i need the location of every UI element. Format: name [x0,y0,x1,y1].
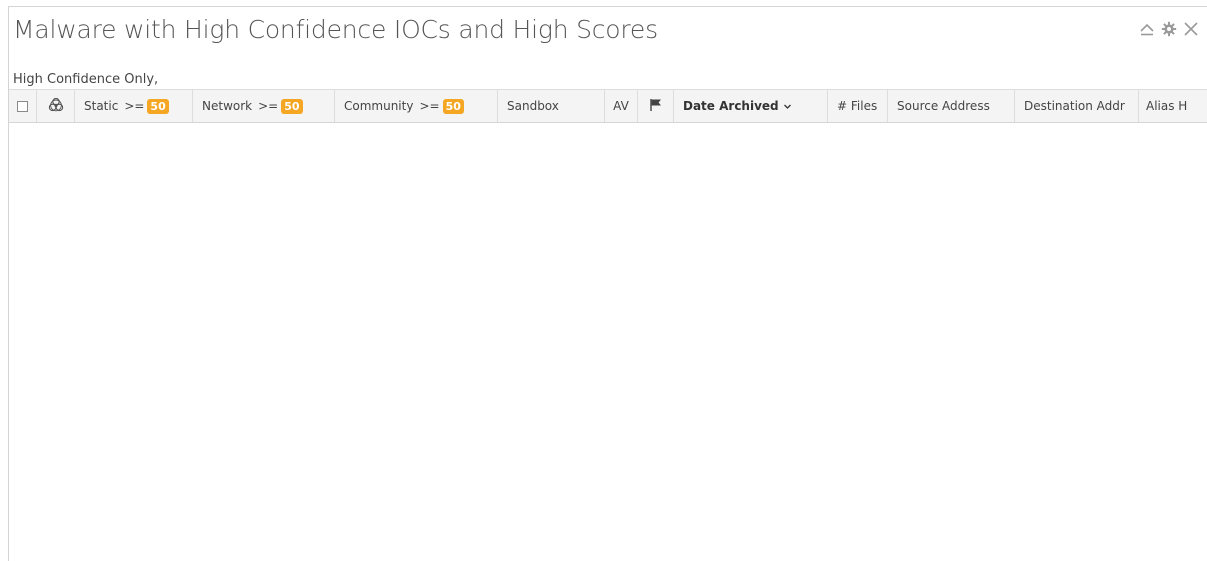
header-community-badge: 50 [442,98,464,114]
header-files[interactable]: # Files [828,90,888,122]
filter-summary: High Confidence Only, [13,72,159,87]
header-sandbox-label: Sandbox [507,99,559,113]
header-community-label: Community [344,99,414,113]
gear-icon[interactable] [1159,19,1179,39]
header-flag[interactable] [638,90,674,122]
header-network[interactable]: Network >= 50 [193,90,335,122]
header-network-operator: >= [258,99,279,113]
collapse-icon[interactable] [1137,19,1157,39]
header-community[interactable]: Community >= 50 [335,90,498,122]
header-av-label: AV [613,99,629,113]
header-static-badge: 50 [147,98,169,114]
header-source-address[interactable]: Source Address [888,90,1015,122]
header-select-all[interactable] [9,90,37,122]
chevron-down-icon [783,102,792,111]
flag-icon [649,98,663,115]
header-source-address-label: Source Address [897,99,990,113]
header-network-badge: 50 [281,98,303,114]
header-sandbox[interactable]: Sandbox [498,90,605,122]
header-alias[interactable]: Alias H [1139,90,1207,122]
header-network-label: Network [202,99,253,113]
header-destination-address-label: Destination Addr [1024,99,1125,113]
malware-widget-panel: Malware with High Confidence IOCs and Hi… [8,6,1207,561]
biohazard-icon [48,97,64,116]
table-body [9,123,1207,561]
close-icon[interactable] [1181,19,1201,39]
header-date-archived-label: Date Archived [683,99,779,113]
header-destination-address[interactable]: Destination Addr [1015,90,1139,122]
header-date-archived[interactable]: Date Archived [674,90,828,122]
widget-controls [1137,19,1201,39]
select-all-checkbox[interactable] [17,100,28,112]
header-files-label: # Files [837,99,878,113]
header-community-operator: >= [419,99,440,113]
header-static-label: Static [84,99,119,113]
header-threat[interactable] [37,90,75,122]
header-static[interactable]: Static >= 50 [75,90,193,122]
header-static-operator: >= [124,99,145,113]
table-header: Static >= 50 Network >= 50 Community >= … [9,89,1207,123]
widget-title: Malware with High Confidence IOCs and Hi… [13,15,658,44]
header-av[interactable]: AV [605,90,638,122]
header-alias-label: Alias H [1146,99,1188,113]
